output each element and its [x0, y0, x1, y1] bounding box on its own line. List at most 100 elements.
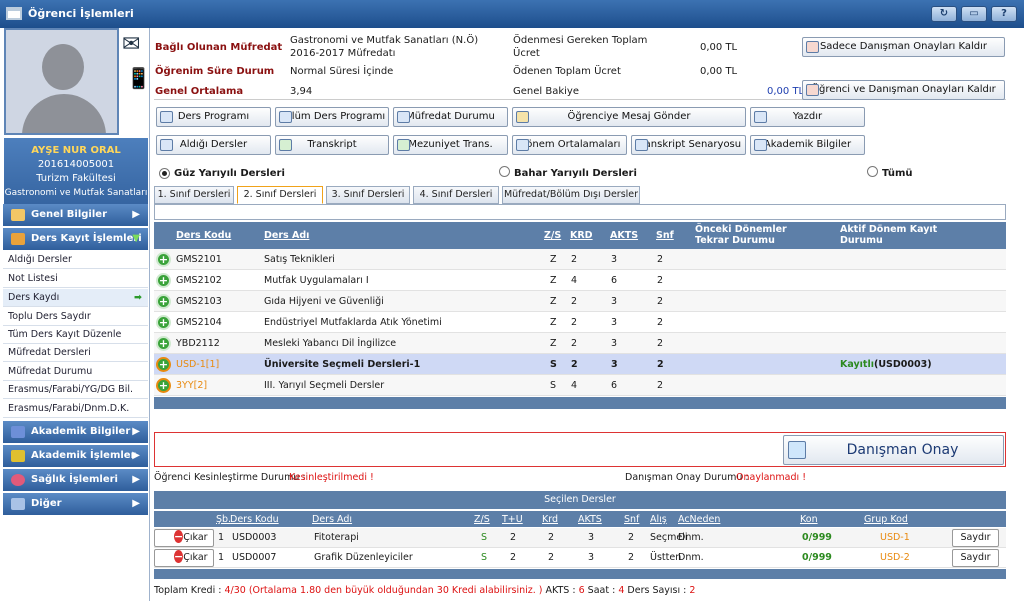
col-akts[interactable]: AKTS — [610, 230, 638, 241]
tab-mufredat-disi[interactable]: Müfredat/Bölüm Dışı Dersler — [502, 186, 640, 204]
sel-col-kon[interactable]: Kon — [800, 514, 818, 525]
saydir-button[interactable]: Saydır — [952, 529, 999, 547]
submenu-erasmus-dnm[interactable]: Erasmus/Farabi/Dnm.D.K. — [3, 400, 148, 418]
course-kod: GMS2103 — [176, 296, 222, 307]
submenu-mufredat-dersleri[interactable]: Müfredat Dersleri — [3, 344, 148, 362]
submenu-mufredat-durumu[interactable]: Müfredat Durumu — [3, 363, 148, 381]
phone-icon[interactable]: 📱 — [126, 66, 151, 90]
sel-col-zs[interactable]: Z/S — [474, 514, 490, 525]
mufredat-durumu-button[interactable]: Müfredat Durumu — [393, 107, 508, 127]
add-course-icon[interactable]: + — [156, 294, 171, 309]
ders-programi-button[interactable]: Ders Programı — [156, 107, 271, 127]
mail-icon[interactable]: ✉ — [122, 32, 140, 57]
col-zs[interactable]: Z/S — [544, 230, 561, 241]
add-course-icon[interactable]: + — [156, 378, 171, 393]
add-course-icon[interactable]: + — [156, 273, 171, 288]
selected-row: −Çıkar 1 USD0007 Grafik Düzenleyiciler S 2 2 3 2… — [154, 548, 1006, 568]
transkript-senaryosu-button[interactable]: Transkript Senaryosu — [631, 135, 746, 155]
mezuniyet-trans-button[interactable]: Mezuniyet Trans. — [393, 135, 508, 155]
saat-label: Saat : — [587, 585, 616, 596]
help-button[interactable]: ? — [991, 6, 1017, 22]
cikar-button[interactable]: −Çıkar — [154, 529, 214, 547]
cikar-button[interactable]: −Çıkar — [154, 549, 214, 567]
course-akts: 3 — [611, 254, 618, 265]
tumu-radio[interactable] — [867, 166, 878, 177]
submenu-not-listesi[interactable]: Not Listesi — [3, 270, 148, 288]
submenu-aldigi-dersler[interactable]: Aldığı Dersler — [3, 251, 148, 269]
selected-sb: 1 — [218, 532, 225, 543]
course-akts: 3 — [611, 296, 618, 307]
course-zs: S — [550, 359, 557, 370]
submenu-tum-ders-kayit[interactable]: Tüm Ders Kayıt Düzenle — [3, 326, 148, 344]
sel-col-acneden[interactable]: AcNeden — [678, 514, 720, 525]
selected-akts: 3 — [588, 532, 595, 543]
menu-ders-kayit-islemleri[interactable]: Ders Kayıt İşlemleri ▼ — [3, 228, 148, 250]
course-ad: Gıda Hijyeni ve Güvenliği — [264, 296, 384, 307]
add-course-icon[interactable]: + — [156, 336, 171, 351]
bahar-radio[interactable] — [499, 166, 510, 177]
sel-col-krd[interactable]: Krd — [542, 514, 558, 525]
course-snf: 2 — [657, 275, 664, 286]
sadece-danisman-onay-kaldir-button[interactable]: Sadece Danışman Onayları Kaldır — [802, 37, 1005, 57]
aldigi-dersler-button[interactable]: Aldığı Dersler — [156, 135, 271, 155]
course-krd: 4 — [571, 380, 578, 391]
col-ders-adi[interactable]: Ders Adı — [264, 230, 309, 241]
sel-col-kod[interactable]: Ders Kodu — [230, 514, 279, 525]
sel-col-alis[interactable]: Alış — [650, 514, 667, 525]
menu-akademik-bilgiler[interactable]: Akademik Bilgiler ▶ — [3, 421, 148, 443]
maximize-button[interactable]: ▭ — [961, 6, 987, 22]
add-course-icon[interactable]: + — [156, 315, 171, 330]
sel-col-grup[interactable]: Grup Kod — [864, 514, 908, 525]
tab-2-sinif[interactable]: 2. Sınıf Dersleri — [237, 186, 323, 204]
akademik-bilgiler-button[interactable]: Akademik Bilgiler — [750, 135, 865, 155]
ortalama-label: Genel Ortalama — [155, 86, 244, 97]
sel-col-akts[interactable]: AKTS — [578, 514, 602, 525]
menu-diger[interactable]: Diğer ▶ — [3, 493, 148, 515]
sel-col-sb[interactable]: Şb. — [216, 514, 231, 525]
selected-kon: 0/999 — [802, 532, 832, 543]
menu-saglik-islemleri[interactable]: Sağlık İşlemleri ▶ — [3, 469, 148, 491]
menu-genel-bilgiler[interactable]: Genel Bilgiler ▶ — [3, 204, 148, 226]
guz-radio[interactable] — [159, 168, 170, 179]
course-row: + GMS2102 Mutfak Uygulamaları I Z 4 6 2 — [154, 270, 1006, 291]
selected-ad: Fitoterapi — [314, 532, 359, 543]
add-course-icon[interactable]: + — [156, 357, 171, 372]
akts-value: 6 — [578, 585, 585, 596]
sel-col-ad[interactable]: Ders Adı — [312, 514, 352, 525]
sel-col-snf[interactable]: Snf — [624, 514, 639, 525]
add-course-icon[interactable]: + — [156, 252, 171, 267]
cikar-label: Çıkar — [183, 532, 208, 543]
sel-col-tu[interactable]: T+U — [502, 514, 523, 525]
odenen-label: Ödenen Toplam Ücret — [513, 66, 621, 77]
menu-akademik-islemler[interactable]: Akademik İşlemler ▶ — [3, 445, 148, 467]
selected-grup: USD-2 — [880, 552, 910, 563]
tab-1-sinif[interactable]: 1. Sınıf Dersleri — [154, 186, 234, 204]
selected-kon: 0/999 — [802, 552, 832, 563]
col-snf[interactable]: Snf — [656, 230, 674, 241]
student-department: Gastronomi ve Mutfak Sanatları — [4, 188, 148, 198]
submenu-toplu-ders-saydir[interactable]: Toplu Ders Saydır — [3, 308, 148, 326]
danisman-onay-button[interactable]: Danışman Onay — [783, 435, 1004, 465]
window-titlebar: Öğrenci İşlemleri ↻ ▭ ? — [0, 0, 1024, 28]
course-snf: 2 — [657, 359, 664, 370]
bakiye-value: 0,00 TL — [767, 86, 805, 97]
refresh-button[interactable]: ↻ — [931, 6, 957, 22]
ogrenci-danisman-onay-kaldir-button[interactable]: Öğrenci ve Danışman Onayları Kaldır — [802, 80, 1005, 100]
envelope-icon — [516, 111, 529, 123]
kredi-label: Toplam Kredi : — [154, 585, 222, 596]
yazdir-button[interactable]: Yazdır — [750, 107, 865, 127]
table-icon — [160, 139, 173, 151]
saydir-button[interactable]: Saydır — [952, 549, 999, 567]
col-krd[interactable]: KRD — [570, 230, 593, 241]
submenu-ders-kaydi[interactable]: Ders Kaydı ➡ — [3, 289, 148, 307]
mesaj-gonder-button[interactable]: Öğrenciye Mesaj Gönder — [512, 107, 746, 127]
col-ders-kodu[interactable]: Ders Kodu — [176, 230, 231, 241]
donem-ortalamalari-button[interactable]: Dönem Ortalamaları — [512, 135, 627, 155]
tab-3-sinif[interactable]: 3. Sınıf Dersleri — [326, 186, 410, 204]
transkript-button[interactable]: Transkript — [275, 135, 389, 155]
bolum-ders-programi-button[interactable]: Bölüm Ders Programı — [275, 107, 389, 127]
selected-zs: S — [481, 532, 488, 543]
sure-label: Öğrenim Süre Durum — [155, 66, 275, 77]
tab-4-sinif[interactable]: 4. Sınıf Dersleri — [413, 186, 499, 204]
submenu-erasmus-bil[interactable]: Erasmus/Farabi/YG/DG Bil. — [3, 381, 148, 399]
